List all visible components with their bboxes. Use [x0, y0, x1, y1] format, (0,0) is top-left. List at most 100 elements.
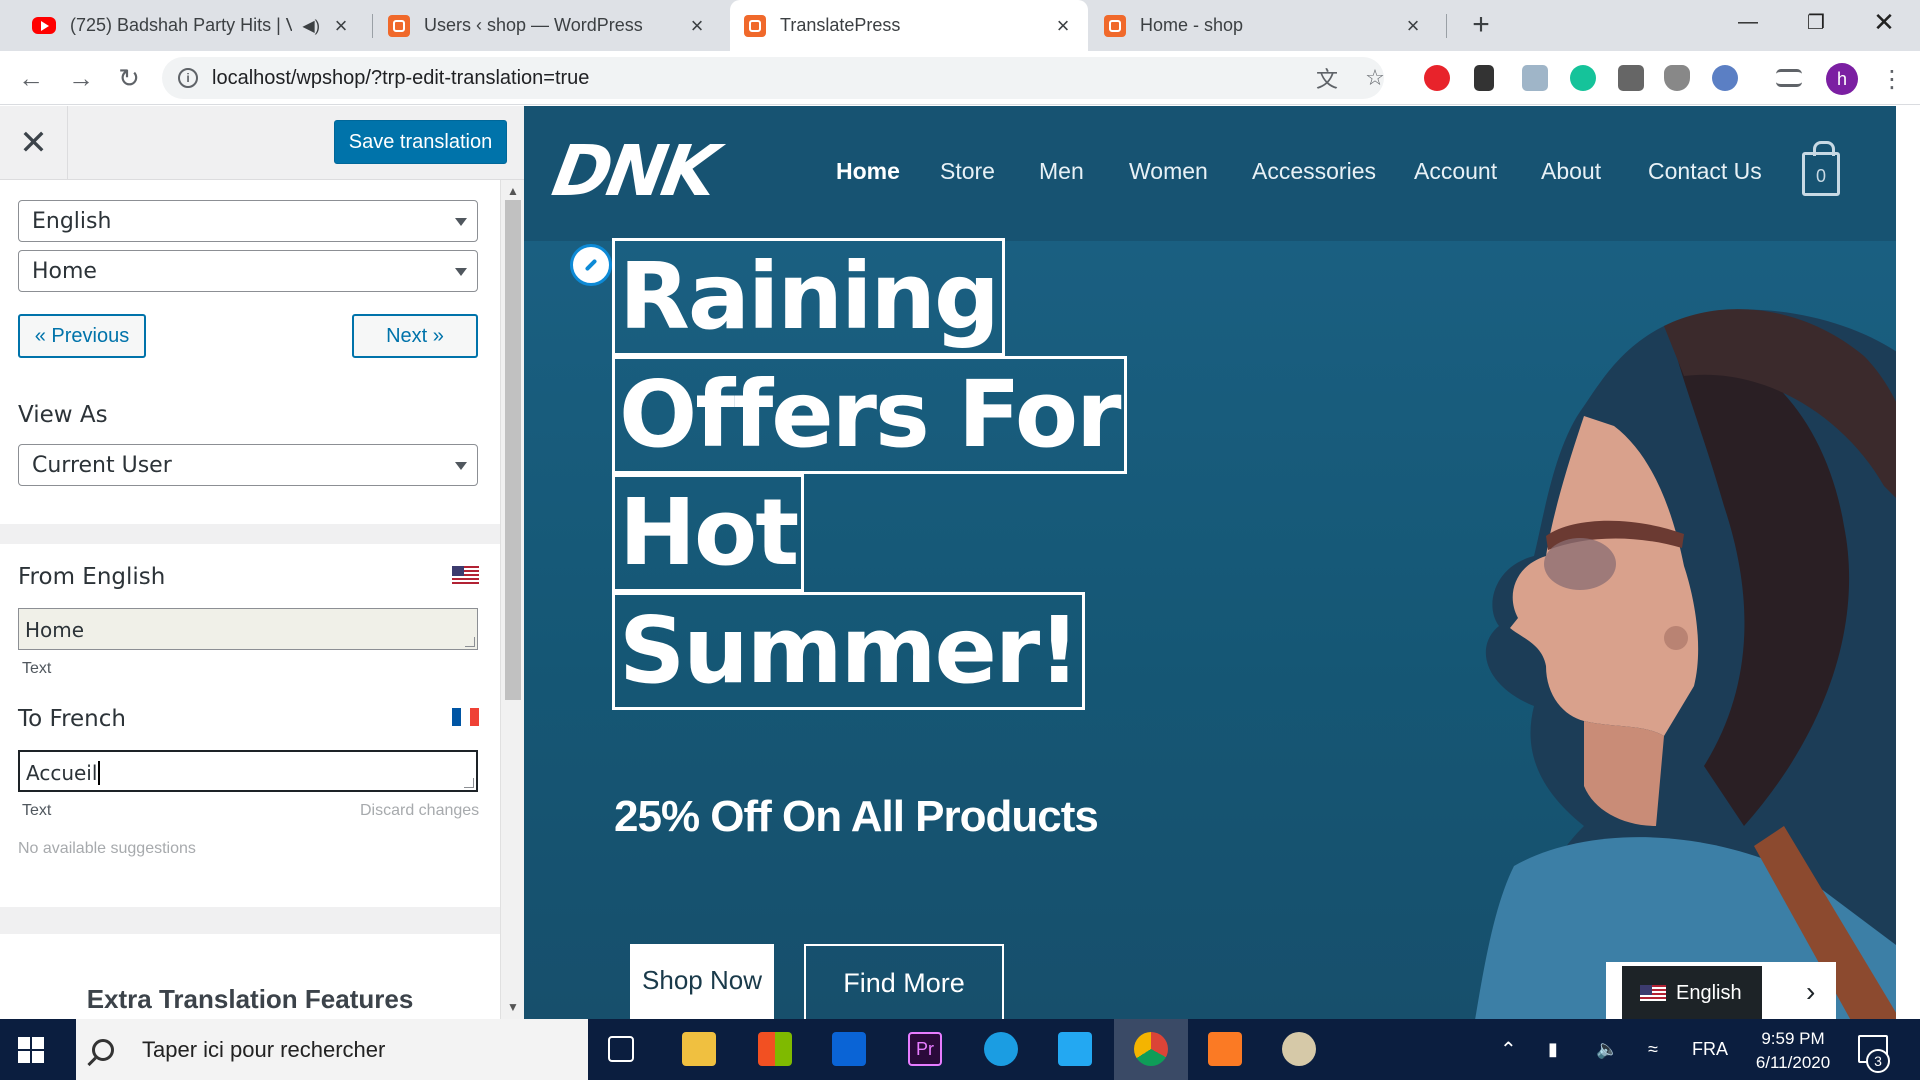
edit-pencil-icon[interactable] [570, 244, 612, 286]
scroll-up-icon[interactable]: ▲ [507, 184, 519, 198]
translate-icon[interactable]: 文 [1310, 57, 1344, 99]
close-tab-icon[interactable]: × [1402, 13, 1424, 38]
chevron-right-icon[interactable]: › [1806, 976, 1815, 1008]
translation-fields: From English Home Text To French Accueil… [0, 544, 500, 907]
new-tab-button[interactable]: + [1464, 8, 1498, 42]
restore-icon[interactable]: ❐ [1786, 0, 1846, 44]
view-as-value: Current User [32, 452, 172, 478]
input-language[interactable]: FRA [1692, 1019, 1728, 1080]
speaker-icon[interactable]: ◀) [302, 16, 320, 36]
colorpicker-icon[interactable] [1474, 65, 1494, 91]
hero-line-3[interactable]: Hot [612, 474, 805, 592]
back-icon[interactable]: ← [14, 61, 48, 95]
save-translation-button[interactable]: Save translation [334, 120, 507, 164]
close-tab-icon[interactable]: × [1052, 13, 1074, 38]
close-tab-icon[interactable]: × [330, 13, 352, 38]
windows-start-icon[interactable] [18, 1037, 44, 1063]
nav-about[interactable]: About [1541, 158, 1601, 185]
file-explorer-icon[interactable] [682, 1032, 716, 1066]
close-window-icon[interactable]: ✕ [1854, 0, 1914, 44]
translatepress-icon [388, 14, 410, 37]
store-icon[interactable] [758, 1032, 792, 1066]
hero-line-2[interactable]: Offers For [612, 356, 1127, 474]
nav-home[interactable]: Home [836, 158, 900, 185]
sidebar-scrollbar[interactable]: ▲ ▼ [500, 180, 524, 1019]
translation-text-field[interactable]: Accueil [18, 750, 478, 792]
next-button[interactable]: Next » [352, 314, 478, 358]
nav-women[interactable]: Women [1129, 158, 1208, 185]
bookmark-star-icon[interactable]: ☆ [1358, 57, 1392, 99]
grammarly-icon[interactable] [1570, 65, 1596, 91]
premiere-pro-icon[interactable]: Pr [908, 1032, 942, 1066]
cart-icon[interactable]: 0 [1802, 141, 1840, 196]
clock-time: 9:59 PM [1761, 1029, 1825, 1048]
previous-button[interactable]: « Previous [18, 314, 146, 358]
resize-grip-icon[interactable] [465, 637, 475, 647]
hero-line-1[interactable]: Raining [612, 238, 1005, 356]
hero-line-4[interactable]: Summer! [612, 592, 1086, 710]
task-view-icon[interactable] [608, 1036, 634, 1062]
reload-icon[interactable]: ↻ [112, 61, 146, 95]
tab-title: Home - shop [1140, 15, 1244, 35]
taskbar-search[interactable]: Taper ici pour rechercher [76, 1019, 588, 1080]
profile-avatar[interactable]: h [1826, 63, 1858, 95]
xampp-icon[interactable] [1208, 1032, 1242, 1066]
language-switcher-label: English [1676, 981, 1742, 1004]
address-bar[interactable]: i localhost/wpshop/?trp-edit-translation… [162, 57, 1385, 99]
site-info-icon[interactable]: i [178, 68, 198, 88]
scrollbar-thumb[interactable] [505, 200, 521, 700]
nav-contact-us[interactable]: Contact Us [1648, 158, 1762, 185]
edge-icon[interactable] [984, 1032, 1018, 1066]
nav-accessories[interactable]: Accessories [1252, 158, 1376, 185]
nav-store[interactable]: Store [940, 158, 995, 185]
paint-icon[interactable] [1282, 1032, 1316, 1066]
menu-kebab-icon[interactable]: ⋮ [1880, 63, 1904, 95]
scroll-down-icon[interactable]: ▼ [507, 1000, 519, 1014]
cart-count: 0 [1815, 166, 1826, 186]
adblock-icon[interactable] [1424, 65, 1450, 91]
extension-circle-icon[interactable] [1712, 65, 1738, 91]
url-text: localhost/wpshop/?trp-edit-translation=t… [212, 66, 590, 89]
language-switcher[interactable]: English › [1606, 962, 1836, 1019]
media-control-icon[interactable] [1776, 69, 1802, 87]
language-select-value: English [32, 208, 112, 234]
language-select[interactable]: English [18, 200, 478, 242]
close-editor-button[interactable]: ✕ [0, 106, 68, 180]
tab-home-shop[interactable]: Home - shop × [1090, 0, 1438, 51]
vscode-icon[interactable] [1058, 1032, 1092, 1066]
language-switcher-current[interactable]: English [1622, 966, 1762, 1019]
shield-question-icon[interactable] [1664, 65, 1690, 91]
battery-icon[interactable]: ▮ [1548, 1019, 1558, 1080]
translatepress-icon [744, 14, 766, 37]
forward-icon[interactable]: → [64, 61, 98, 95]
wifi-icon[interactable]: ≈ [1648, 1019, 1658, 1080]
source-type-label: Text [22, 660, 52, 677]
minimize-icon[interactable]: — [1718, 0, 1778, 44]
volume-icon[interactable]: 🔈 [1596, 1019, 1618, 1080]
shopping-bag-icon[interactable] [1618, 65, 1644, 91]
chrome-icon[interactable] [1134, 1032, 1168, 1066]
discard-changes-link[interactable]: Discard changes [360, 802, 479, 820]
nav-men[interactable]: Men [1039, 158, 1084, 185]
tab-youtube[interactable]: (725) Badshah Party Hits | Vic ◀) × [18, 0, 366, 51]
tab-title: (725) Badshah Party Hits | Vic [70, 15, 293, 35]
site-logo[interactable]: DNK [547, 130, 720, 212]
hero-woman-image [1475, 309, 1896, 1019]
string-select[interactable]: Home [18, 250, 478, 292]
search-icon [92, 1038, 114, 1061]
find-more-button[interactable]: Find More [804, 944, 1004, 1019]
image-extension-icon[interactable] [1522, 65, 1548, 91]
tab-translatepress[interactable]: TranslatePress × [730, 0, 1088, 51]
promo-text[interactable]: 25% Off On All Products [614, 792, 1099, 842]
fr-flag-icon [452, 708, 479, 726]
mail-icon[interactable] [832, 1032, 866, 1066]
tab-users[interactable]: Users ‹ shop — WordPress × [374, 0, 722, 51]
nav-account[interactable]: Account [1414, 158, 1497, 185]
taskbar-clock[interactable]: 9:59 PM 6/11/2020 [1738, 1027, 1848, 1075]
resize-grip-icon[interactable] [464, 778, 474, 788]
close-tab-icon[interactable]: × [686, 13, 708, 38]
notification-count: 3 [1866, 1049, 1890, 1073]
tray-chevron-icon[interactable]: ⌃ [1500, 1019, 1517, 1080]
shop-now-button[interactable]: Shop Now [630, 944, 774, 1019]
view-as-select[interactable]: Current User [18, 444, 478, 486]
